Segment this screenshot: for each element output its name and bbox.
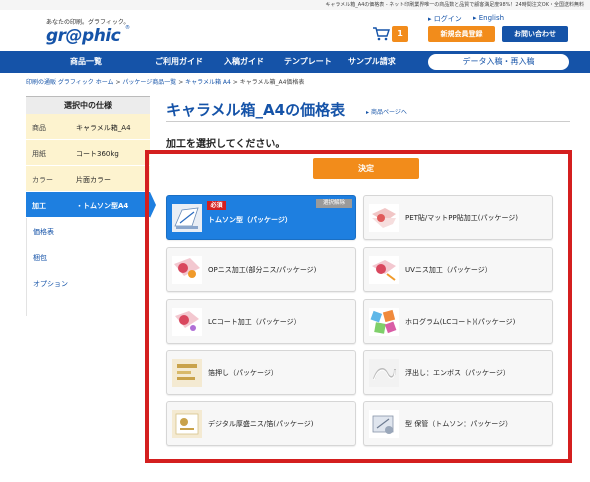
digital-varnish-icon: [172, 410, 202, 438]
option-card-lamination[interactable]: PET貼/マットPP貼加工(パッケージ): [363, 195, 553, 240]
triangle-right-icon: ▸: [473, 14, 477, 22]
clear-selection-button[interactable]: 選択解除: [316, 199, 352, 208]
nav-item-sample-request[interactable]: サンプル請求: [348, 51, 396, 73]
breadcrumb-separator: >: [232, 79, 238, 86]
spec-key: 用紙: [32, 150, 46, 158]
english-label: English: [478, 14, 505, 22]
nav-item-templates[interactable]: テンプレート: [284, 51, 332, 73]
breadcrumb-separator: >: [178, 79, 184, 86]
breadcrumb-home[interactable]: 印刷の通販 グラフィック ホーム: [26, 79, 114, 86]
die-storage-icon: [369, 410, 399, 438]
option-card-lc-coat[interactable]: LCコート加工（パッケージ）: [166, 299, 356, 344]
triangle-right-icon: ▸: [428, 15, 432, 23]
lc-coat-icon: [172, 308, 202, 336]
contact-button[interactable]: お問い合わせ: [502, 26, 568, 42]
hologram-icon: [369, 308, 399, 336]
spec-key: 加工: [32, 202, 46, 210]
option-card-uv-varnish[interactable]: UVニス加工（パッケージ）: [363, 247, 553, 292]
spec-key: カラー: [32, 176, 53, 184]
option-card-hologram[interactable]: ホログラム(LCコート)(パッケージ): [363, 299, 553, 344]
option-label: ホログラム(LCコート)(パッケージ): [405, 318, 516, 326]
register-button[interactable]: 新規会員登録: [428, 26, 495, 42]
spec-sidebar: 選択中の仕様 商品 キャラメル箱_A4 用紙 コート360kg カラー 片面カラ…: [26, 96, 156, 316]
uv-varnish-icon: [369, 256, 399, 284]
option-card-emboss[interactable]: 浮出し：エンボス（パッケージ）: [363, 350, 553, 395]
breadcrumb-caramel-box[interactable]: キャラメル箱 A4: [185, 79, 231, 86]
spec-value: ・トムソン型A4: [76, 202, 129, 210]
title-divider: [166, 121, 570, 122]
option-label: LCコート加工（パッケージ）: [208, 318, 301, 326]
shopping-cart-icon[interactable]: [372, 27, 390, 41]
spec-key: 商品: [32, 124, 46, 132]
option-label: 箔押し（パッケージ）: [208, 369, 278, 377]
spec-value: コート360kg: [76, 150, 119, 158]
spec-value: 片面カラー: [76, 176, 111, 184]
nav-item-products[interactable]: 商品一覧: [70, 51, 102, 73]
processing-subhead: 加工を選択してください。: [166, 139, 286, 150]
sidebar-item-packing[interactable]: 梱包: [26, 244, 150, 270]
spec-value: キャラメル箱_A4: [76, 124, 131, 132]
top-info-text: キャラメル箱_A4の価格表 - ネット印刷業界唯一の商品数と品質で顧客満足度98…: [325, 2, 584, 8]
sidebar-item-options[interactable]: オプション: [26, 270, 150, 296]
decide-button[interactable]: 決定: [313, 158, 419, 179]
cart-count-badge: 1: [392, 26, 408, 42]
product-page-link-label: 商品ページへ: [370, 109, 407, 116]
sidebar-title: 選択中の仕様: [26, 96, 150, 114]
nav-item-user-guide[interactable]: ご利用ガイド: [155, 51, 203, 73]
spec-row-paper[interactable]: 用紙 コート360kg: [26, 140, 150, 166]
breadcrumb-current: キャラメル箱_A4価格表: [239, 79, 305, 86]
login-label: ログイン: [433, 15, 462, 23]
die-cut-icon: [172, 204, 202, 232]
option-label: 浮出し：エンボス（パッケージ）: [405, 369, 510, 377]
site-tagline: あなたの印刷。グラフィック。: [46, 19, 130, 26]
option-label: デジタル厚盛ニス/箔(パッケージ): [208, 420, 314, 428]
option-card-digital-varnish[interactable]: デジタル厚盛ニス/箔(パッケージ): [166, 401, 356, 446]
login-link[interactable]: ▸ ログイン: [428, 14, 462, 24]
breadcrumb: 印刷の通販 グラフィック ホーム > パッケージ商品一覧 > キャラメル箱 A4…: [26, 77, 304, 86]
sidebar-item-label: 梱包: [33, 254, 47, 262]
logo-registered-mark: ®: [125, 25, 130, 31]
breadcrumb-package-list[interactable]: パッケージ商品一覧: [122, 79, 176, 86]
product-page-link[interactable]: ▸ 商品ページへ: [366, 107, 407, 116]
page-title: キャラメル箱_A4の価格表: [166, 101, 346, 119]
sidebar-item-label: 価格表: [33, 228, 54, 236]
nav-item-upload-guide[interactable]: 入稿ガイド: [224, 51, 264, 73]
option-label: OPニス加工(部分ニス/パッケージ): [208, 266, 317, 274]
sidebar-item-price-table[interactable]: 価格表: [26, 218, 150, 244]
data-upload-button[interactable]: データ入稿・再入稿: [428, 54, 569, 70]
site-logo[interactable]: gr@phic: [46, 26, 121, 46]
option-label: UVニス加工（パッケージ）: [405, 266, 492, 274]
option-label: トムソン型（パッケージ）: [208, 216, 292, 224]
english-link[interactable]: ▸ English: [473, 14, 504, 22]
sidebar-item-label: オプション: [33, 280, 68, 288]
option-card-foil-stamp[interactable]: 箔押し（パッケージ）: [166, 350, 356, 395]
top-info-bar: キャラメル箱_A4の価格表 - ネット印刷業界唯一の商品数と品質で顧客満足度98…: [0, 0, 590, 10]
option-card-die-storage[interactable]: 型 保管（トムソン：パッケージ）: [363, 401, 553, 446]
option-label: PET貼/マットPP貼加工(パッケージ): [405, 214, 519, 222]
breadcrumb-separator: >: [115, 79, 121, 86]
lamination-icon: [369, 204, 399, 232]
spec-row-color[interactable]: カラー 片面カラー: [26, 166, 150, 192]
option-card-die-cut[interactable]: 必須 選択解除 トムソン型（パッケージ）: [166, 195, 356, 240]
foil-stamp-icon: [172, 359, 202, 387]
main-nav: 商品一覧 ご利用ガイド 入稿ガイド テンプレート サンプル請求 データ入稿・再入…: [0, 51, 590, 73]
option-card-op-varnish[interactable]: OPニス加工(部分ニス/パッケージ): [166, 247, 356, 292]
op-varnish-icon: [172, 256, 202, 284]
required-badge: 必須: [207, 201, 226, 210]
triangle-right-icon: ▸: [366, 109, 370, 116]
spec-row-processing[interactable]: 加工 ・トムソン型A4: [26, 192, 156, 218]
emboss-icon: [369, 359, 399, 387]
site-header: あなたの印刷。グラフィック。 gr@phic ® ▸ ログイン ▸ Englis…: [0, 10, 590, 51]
sidebar-spacer: [26, 296, 150, 316]
spec-row-product[interactable]: 商品 キャラメル箱_A4: [26, 114, 150, 140]
option-label: 型 保管（トムソン：パッケージ）: [405, 420, 513, 428]
